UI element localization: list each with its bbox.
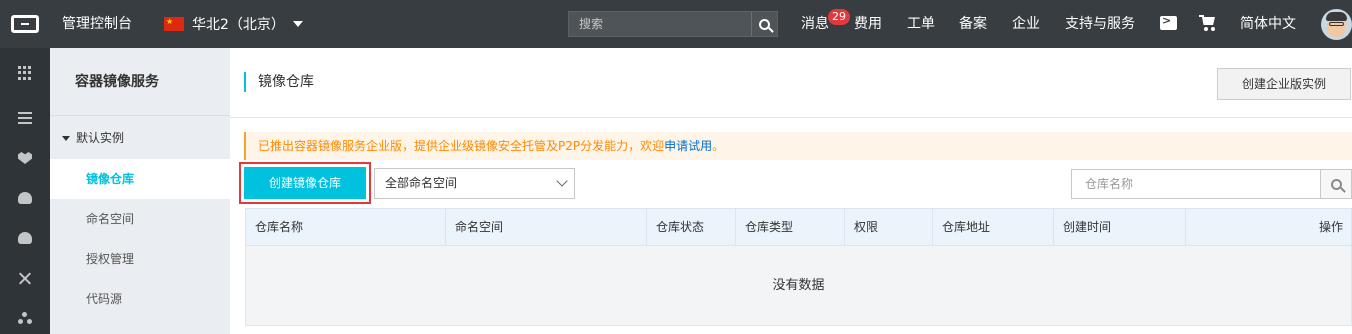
instance-group-label: 默认实例 — [76, 131, 125, 145]
sidebar-item-namespaces[interactable]: 命名空间 — [50, 199, 230, 239]
sidebar-item-code-source[interactable]: 代码源 — [50, 279, 230, 319]
china-flag-icon — [164, 17, 184, 31]
list-icon[interactable] — [0, 98, 50, 138]
aliyun-logo[interactable] — [0, 0, 50, 48]
global-search-input[interactable] — [569, 12, 753, 36]
column-header-namespace: 命名空间 — [446, 209, 647, 245]
namespace-select-value: 全部命名空间 — [385, 176, 458, 190]
chevron-down-icon — [556, 175, 568, 187]
network-icon[interactable] — [0, 298, 50, 334]
top-navbar: 管理控制台 华北2（北京） 消息 29 费用 工单 备案 企业 支持与服务 简体… — [0, 0, 1352, 48]
region-label: 华北2（北京） — [192, 17, 285, 33]
nav-enterprise[interactable]: 企业 — [1012, 0, 1040, 48]
nav-billing[interactable]: 费用 — [854, 0, 882, 48]
global-search — [568, 11, 778, 37]
caret-down-icon — [292, 21, 303, 27]
product-rail — [0, 48, 50, 334]
terminal-icon[interactable] — [1160, 14, 1177, 30]
search-button[interactable] — [751, 12, 777, 36]
cross-icon[interactable] — [0, 258, 50, 298]
search-icon — [1330, 178, 1342, 190]
namespace-select[interactable]: 全部命名空间 — [374, 168, 575, 199]
nav-icp[interactable]: 备案 — [959, 0, 987, 48]
repository-search-button[interactable] — [1320, 169, 1352, 199]
service-sidebar: 容器镜像服务 默认实例 镜像仓库 命名空间 授权管理 代码源 — [50, 48, 230, 334]
region-selector[interactable]: 华北2（北京） — [164, 0, 303, 48]
repository-table: 仓库名称 命名空间 仓库状态 仓库类型 权限 仓库地址 创建时间 操作 没有数据 — [245, 208, 1352, 326]
column-header-permission: 权限 — [845, 209, 933, 245]
grid-icon[interactable] — [0, 53, 50, 93]
page-header: 镜像仓库 创建企业版实例 — [230, 48, 1352, 118]
create-repository-button[interactable]: 创建镜像仓库 — [244, 167, 366, 199]
column-header-status: 仓库状态 — [647, 209, 736, 245]
column-header-type: 仓库类型 — [736, 209, 845, 245]
create-enterprise-instance-button[interactable]: 创建企业版实例 — [1217, 68, 1351, 100]
sidebar-item-authorization[interactable]: 授权管理 — [50, 239, 230, 279]
notice-text: 已推出容器镜像服务企业版，提供企业级镜像安全托管及P2P分发能力，欢迎 — [258, 139, 665, 153]
heart-icon[interactable] — [0, 138, 50, 178]
empty-state-text: 没有数据 — [772, 278, 825, 293]
user-avatar[interactable] — [1321, 9, 1352, 40]
notice-banner: 已推出容器镜像服务企业版，提供企业级镜像安全托管及P2P分发能力，欢迎申请试用。 — [244, 132, 1352, 160]
triangle-down-icon — [62, 135, 70, 141]
nav-tickets[interactable]: 工单 — [907, 0, 935, 48]
repository-search-input[interactable] — [1071, 169, 1320, 199]
column-header-repo-name: 仓库名称 — [246, 209, 446, 245]
main-content: 镜像仓库 创建企业版实例 已推出容器镜像服务企业版，提供企业级镜像安全托管及P2… — [230, 48, 1352, 334]
messages-count-badge: 29 — [828, 9, 850, 25]
nav-messages[interactable]: 消息 — [801, 0, 829, 48]
search-icon — [759, 18, 770, 30]
cloud-icon[interactable] — [0, 178, 50, 218]
nav-language[interactable]: 简体中文 — [1240, 0, 1296, 48]
column-header-created-time: 创建时间 — [1054, 209, 1186, 245]
page-title: 镜像仓库 — [244, 72, 314, 92]
service-title: 容器镜像服务 — [50, 48, 230, 116]
table-body: 没有数据 — [245, 246, 1352, 326]
notice-suffix: 。 — [712, 139, 725, 153]
table-header: 仓库名称 命名空间 仓库状态 仓库类型 权限 仓库地址 创建时间 操作 — [245, 208, 1352, 246]
column-header-actions: 操作 — [1318, 220, 1343, 234]
apply-trial-link[interactable]: 申请试用 — [664, 139, 712, 153]
column-header-address: 仓库地址 — [933, 209, 1054, 245]
cart-icon[interactable] — [1199, 15, 1217, 31]
console-home-link[interactable]: 管理控制台 — [62, 0, 132, 48]
instance-group-toggle[interactable]: 默认实例 — [62, 128, 124, 148]
nav-support[interactable]: 支持与服务 — [1065, 0, 1135, 48]
sidebar-item-repositories[interactable]: 镜像仓库 — [50, 159, 230, 199]
cloud-upload-icon[interactable] — [0, 218, 50, 258]
